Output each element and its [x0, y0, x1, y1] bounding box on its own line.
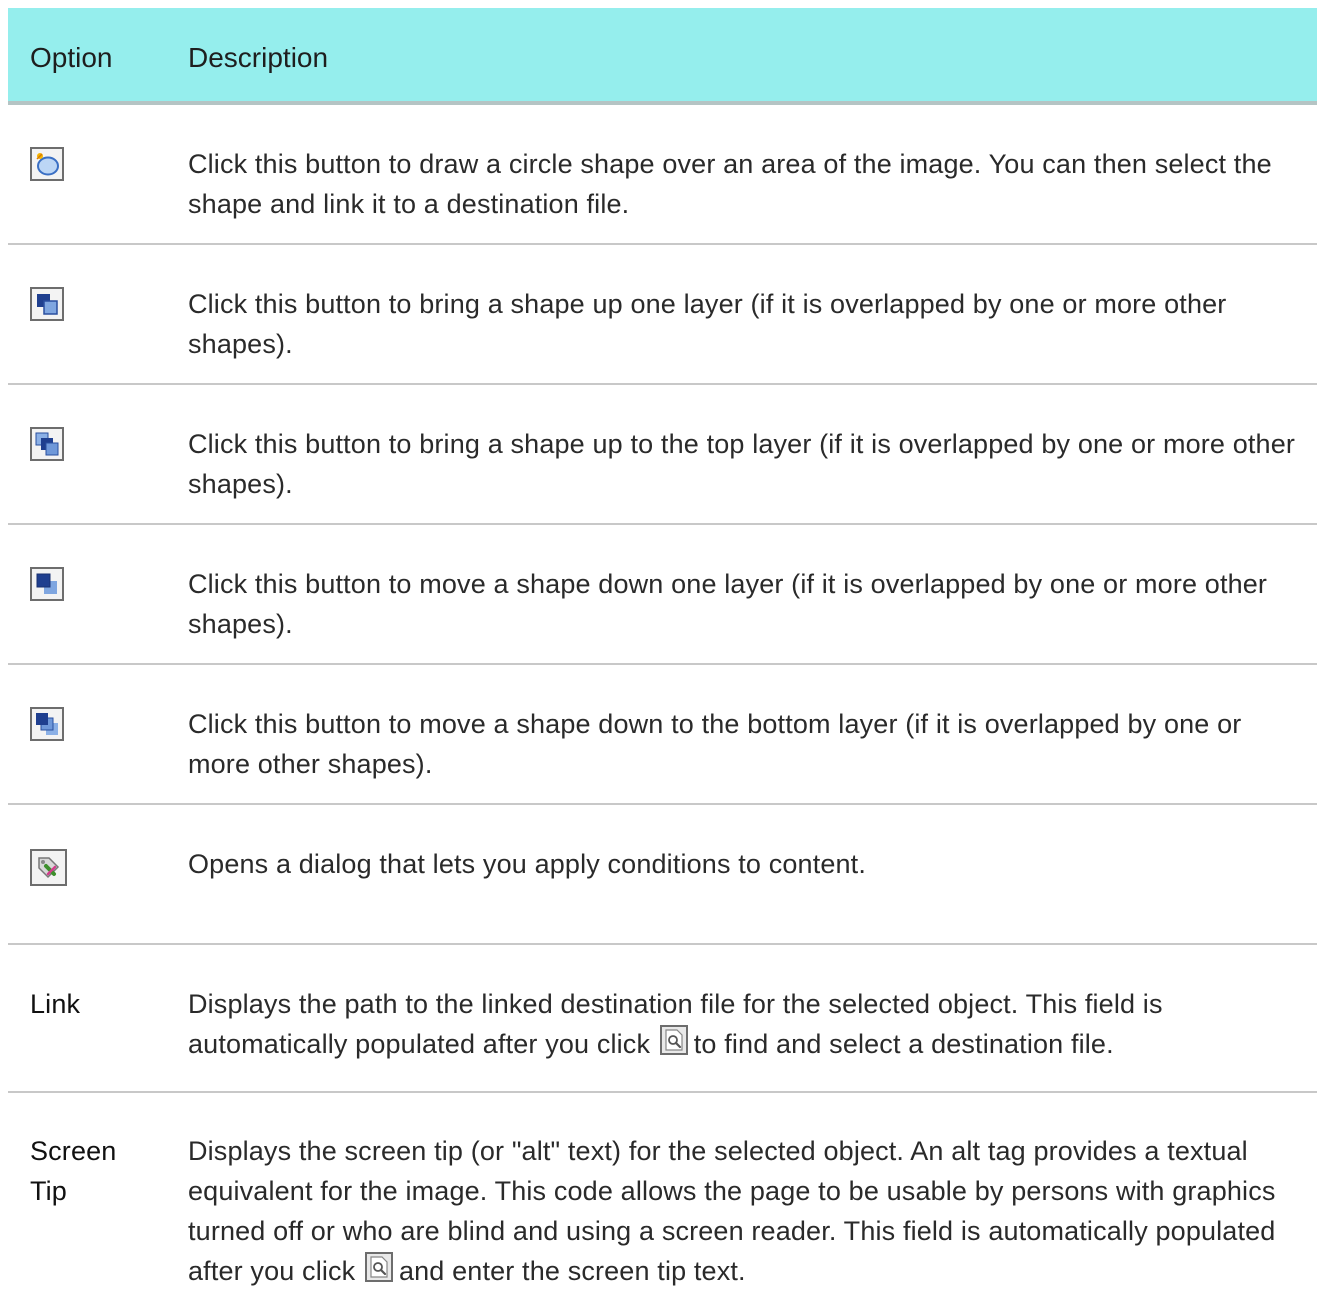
header-description: Description	[188, 41, 329, 73]
description-cell: Click this button to draw a circle shape…	[188, 149, 1272, 219]
description-cell: Click this button to move a shape down t…	[188, 709, 1242, 779]
option-cell	[8, 284, 188, 383]
bring-forward-icon	[30, 287, 64, 321]
link-description-end: to find and select a destination file.	[693, 1029, 1114, 1059]
description-cell: Click this button to bring a shape up on…	[188, 289, 1227, 359]
header-option: Option	[30, 41, 113, 73]
table-header: Option Description	[8, 8, 1317, 105]
option-cell	[8, 704, 188, 803]
description-cell: Click this button to bring a shape up to…	[188, 429, 1296, 499]
browse-file-icon	[364, 1252, 393, 1282]
send-to-back-icon	[30, 707, 64, 741]
table-row: Click this button to bring a shape up to…	[8, 385, 1317, 525]
table-row: Click this button to move a shape down t…	[8, 665, 1317, 805]
table-row: Click this button to move a shape down o…	[8, 525, 1317, 665]
option-label-link: Link	[30, 989, 81, 1019]
table-row: Click this button to draw a circle shape…	[8, 105, 1317, 245]
draw-circle-icon	[30, 147, 64, 181]
description-cell: Displays the path to the linked destinat…	[188, 984, 1317, 1091]
option-cell	[8, 844, 188, 943]
send-backward-icon	[30, 567, 64, 601]
description-cell: Displays the screen tip (or "alt" text) …	[188, 1131, 1317, 1291]
option-cell	[8, 564, 188, 663]
table-row: Click this button to bring a shape up on…	[8, 245, 1317, 385]
browse-file-icon	[659, 1025, 688, 1055]
option-cell	[8, 424, 188, 523]
table-row: Opens a dialog that lets you apply condi…	[8, 805, 1317, 945]
option-cell	[8, 144, 188, 243]
option-label-screen-tip: Screen Tip	[30, 1136, 117, 1206]
description-cell: Click this button to move a shape down o…	[188, 569, 1268, 639]
conditions-tag-icon	[30, 849, 67, 886]
description-cell: Opens a dialog that lets you apply condi…	[188, 849, 866, 879]
table-row: Link Displays the path to the linked des…	[8, 945, 1317, 1093]
table-row: Screen Tip Displays the screen tip (or "…	[8, 1093, 1317, 1291]
screen-tip-description-end: and enter the screen tip text.	[398, 1256, 746, 1286]
options-table: Option Description Click this button to …	[8, 8, 1317, 1291]
bring-to-front-icon	[30, 427, 64, 461]
